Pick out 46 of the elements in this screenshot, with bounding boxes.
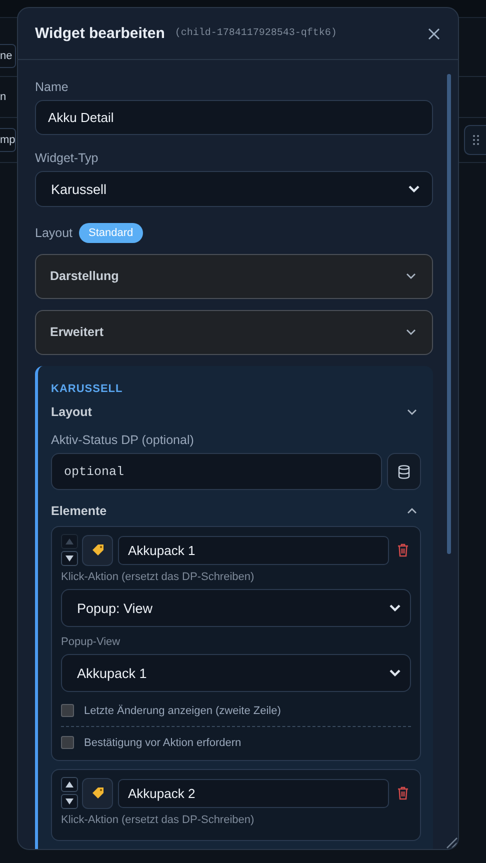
database-icon[interactable] <box>387 453 421 490</box>
collapsible-panel[interactable]: Erweitert <box>35 310 433 355</box>
resize-handle-icon[interactable] <box>444 835 458 849</box>
tag-icon <box>90 786 104 800</box>
chevron-down-icon <box>408 185 420 194</box>
field-label: Aktiv-Status DP (optional) <box>51 433 195 447</box>
section-toggle[interactable]: Elemente <box>51 504 107 518</box>
close-icon[interactable] <box>426 26 442 42</box>
type-select[interactable]: Karussell <box>35 171 433 207</box>
triangle-up-icon <box>65 781 74 788</box>
background-field: ne <box>0 44 16 68</box>
name-field[interactable]: Akku Detail <box>35 100 433 136</box>
checkbox[interactable] <box>61 736 74 749</box>
view-select[interactable]: Akkupack 1 <box>61 654 411 692</box>
datapoint-field[interactable]: optional <box>51 453 382 490</box>
field-label: Layout <box>35 226 73 240</box>
checkbox[interactable] <box>61 704 74 717</box>
icon-picker-button[interactable] <box>82 534 113 566</box>
field-label: Widget-Typ <box>35 151 100 166</box>
checkbox-label: Bestätigung vor Aktion erfordern <box>84 736 242 748</box>
dialog-title: Widget bearbeiten <box>35 25 165 42</box>
checkbox-label: Letzte Änderung anzeigen (zweite Zeile) <box>84 704 281 716</box>
widget-id: (child-1784117928543-qftk6) <box>174 28 338 39</box>
move-down-button[interactable] <box>61 551 78 566</box>
field-label: Name <box>35 80 70 94</box>
chevron-down-icon <box>389 604 401 612</box>
drag-handle-icon[interactable] <box>464 125 486 155</box>
element-name-field[interactable]: Akkupack 2 <box>118 778 389 808</box>
background-field: mp <box>0 128 16 152</box>
icon-picker-button[interactable] <box>82 778 113 808</box>
element-name-field[interactable]: Akkupack 1 <box>118 536 389 564</box>
section-toggle[interactable]: Layout <box>51 405 92 419</box>
collapsible-panel[interactable]: Darstellung <box>35 254 433 299</box>
move-up-button[interactable] <box>61 777 78 792</box>
background-text: n <box>0 90 8 105</box>
field-label: Klick-Aktion (ersetzt das DP-Schreiben) <box>61 571 256 583</box>
chevron-down-icon <box>389 669 401 677</box>
field-label: Popup-View <box>61 636 122 648</box>
tag-icon <box>90 543 104 557</box>
triangle-up-icon <box>65 538 74 545</box>
field-label: Klick-Aktion (ersetzt das DP-Schreiben) <box>61 814 256 826</box>
section-heading: KARUSSELL <box>51 383 124 395</box>
triangle-down-icon <box>65 555 74 562</box>
action-select[interactable]: Popup: View <box>61 589 411 627</box>
move-down-button[interactable] <box>61 794 78 809</box>
triangle-down-icon <box>65 798 74 805</box>
